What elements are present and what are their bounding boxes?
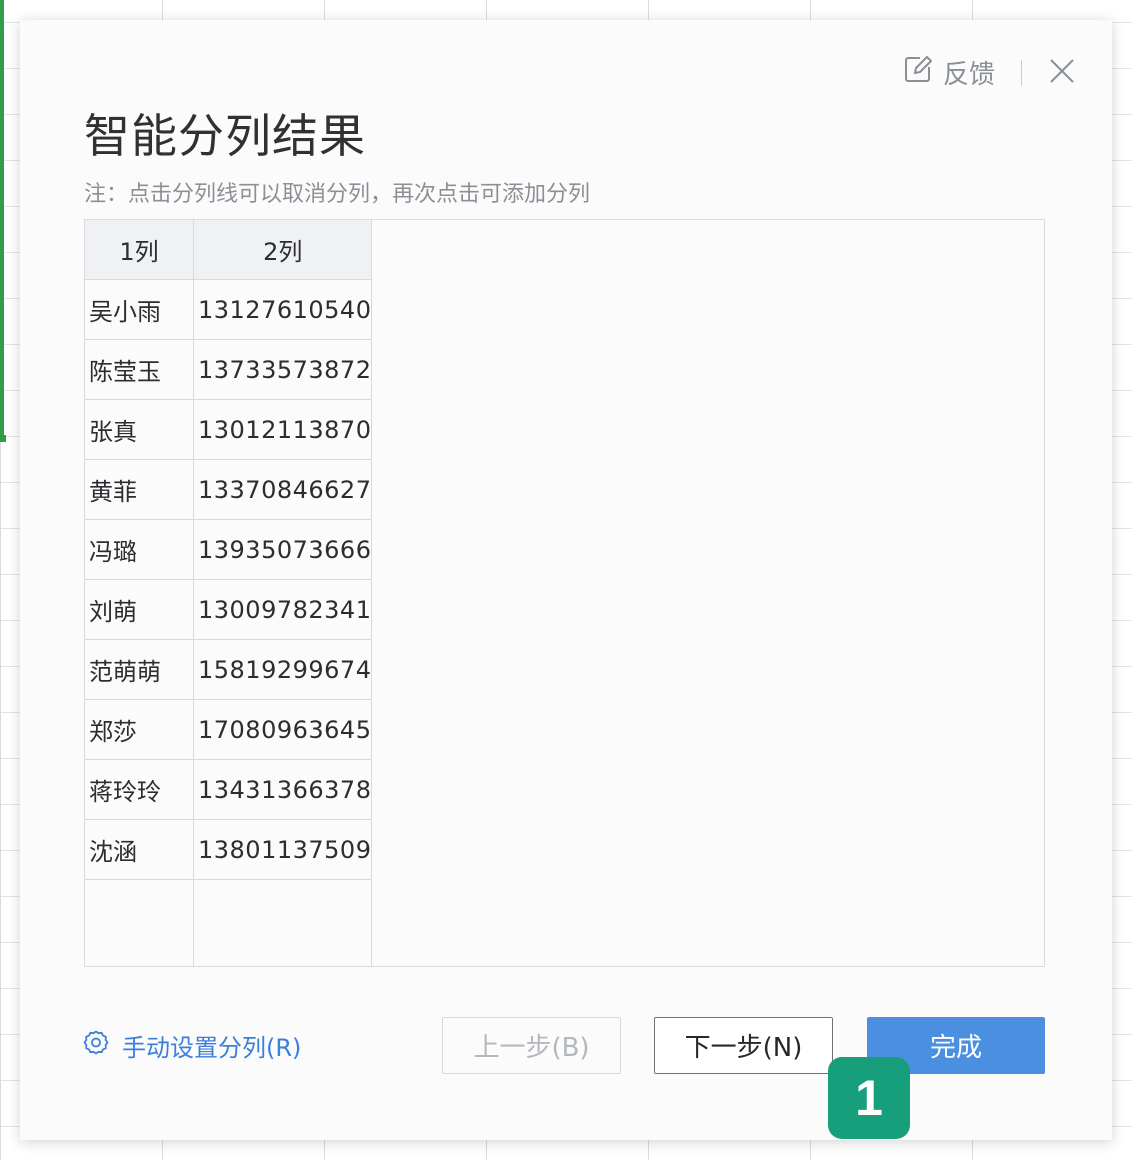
feedback-label: 反馈 <box>942 60 995 90</box>
phone-cell: 13935073666 <box>193 519 373 580</box>
name-cell: 陈莹玉 <box>85 339 194 400</box>
phone-cell: 13012113870 <box>193 399 373 460</box>
gear-icon <box>82 1029 110 1063</box>
table-row: 范萌萌 15819299674 <box>85 639 373 700</box>
table-row: 蒋玲玲 13431366378 <box>85 759 373 820</box>
empty-cell <box>193 879 373 966</box>
split-result-table: 1列 2列 吴小雨 13127610540 陈莹玉 13733573872 张真… <box>85 220 373 966</box>
dialog-title: 智能分列结果 <box>84 109 366 163</box>
phone-cell: 17080963645 <box>193 699 373 760</box>
edit-icon <box>903 54 933 91</box>
table-row: 刘萌 13009782341 <box>85 579 373 640</box>
name-cell: 黄菲 <box>85 459 194 520</box>
name-cell: 吴小雨 <box>85 279 194 340</box>
name-cell: 张真 <box>85 399 194 460</box>
manual-split-button[interactable]: 手动设置分列(R) <box>82 1028 301 1063</box>
phone-cell: 13370846627 <box>193 459 373 520</box>
table-row: 陈莹玉 13733573872 <box>85 339 373 400</box>
phone-cell: 15819299674 <box>193 639 373 700</box>
divider <box>1021 59 1022 86</box>
table-row: 郑莎 17080963645 <box>85 699 373 760</box>
name-cell: 沈涵 <box>85 819 194 880</box>
dialog-top-actions: 反馈 <box>903 54 1076 91</box>
column-header[interactable]: 1列 <box>85 220 194 280</box>
name-cell: 蒋玲玲 <box>85 759 194 820</box>
name-cell: 郑莎 <box>85 699 194 760</box>
table-row: 张真 13012113870 <box>85 399 373 460</box>
manual-split-label: 手动设置分列(R) <box>122 1034 302 1062</box>
column-header[interactable]: 2列 <box>193 220 373 280</box>
phone-cell: 13801137509 <box>193 819 373 880</box>
split-preview-area: 1列 2列 吴小雨 13127610540 陈莹玉 13733573872 张真… <box>84 219 1045 967</box>
empty-row <box>85 879 373 966</box>
smart-split-dialog: 反馈 智能分列结果 注：点击分列线可以取消分列，再次点击可添加分列 1列 2列 … <box>20 20 1112 1140</box>
table-row: 冯璐 13935073666 <box>85 519 373 580</box>
table-header-row: 1列 2列 <box>85 220 373 280</box>
step-number-badge: 1 <box>828 1057 910 1139</box>
name-cell: 范萌萌 <box>85 639 194 700</box>
name-cell: 刘萌 <box>85 579 194 640</box>
next-step-button[interactable]: 下一步(N) <box>654 1017 833 1074</box>
close-icon <box>1048 57 1076 89</box>
prev-step-button[interactable]: 上一步(B) <box>442 1017 621 1074</box>
sheet-cell-selection <box>0 0 6 442</box>
table-row: 黄菲 13370846627 <box>85 459 373 520</box>
phone-cell: 13733573872 <box>193 339 373 400</box>
name-cell: 冯璐 <box>85 519 194 580</box>
close-button[interactable] <box>1048 57 1076 89</box>
feedback-button[interactable]: 反馈 <box>903 54 995 91</box>
phone-cell: 13431366378 <box>193 759 373 820</box>
table-row: 沈涵 13801137509 <box>85 819 373 880</box>
phone-cell: 13127610540 <box>193 279 373 340</box>
phone-cell: 13009782341 <box>193 579 373 640</box>
empty-cell <box>85 879 194 966</box>
dialog-note: 注：点击分列线可以取消分列，再次点击可添加分列 <box>84 182 591 207</box>
table-row: 吴小雨 13127610540 <box>85 279 373 340</box>
